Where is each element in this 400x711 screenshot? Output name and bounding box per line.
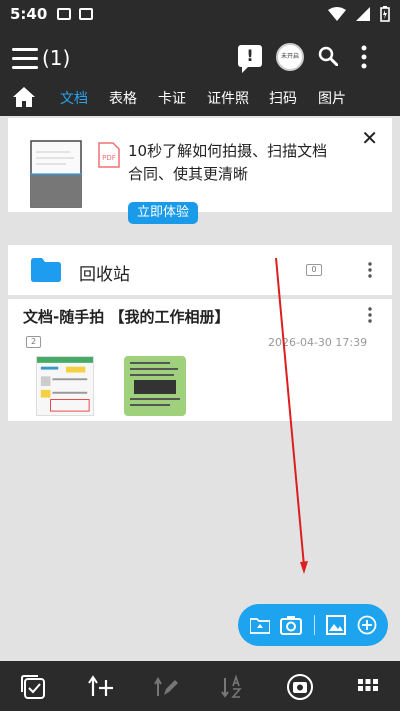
status-bar: 5:40: [0, 0, 400, 28]
edit-icon: [154, 677, 178, 696]
svg-text:PDF: PDF: [102, 154, 116, 162]
album-date: 2026-04-30 17:39: [268, 336, 368, 349]
status-time: 5:40: [10, 5, 48, 23]
tab-scan-code[interactable]: 扫码: [269, 88, 297, 108]
app-bar-top-row: (1) ! 未开启: [0, 28, 400, 88]
album-more-icon[interactable]: [368, 307, 372, 323]
gallery-icon[interactable]: [326, 615, 346, 635]
sort-az-icon: [221, 674, 242, 698]
bottom-toolbar: [0, 661, 400, 711]
camera-icon[interactable]: [280, 615, 302, 635]
camera-capture-icon[interactable]: [287, 674, 313, 700]
pdf-icon: PDF: [98, 142, 120, 168]
recycle-bin-label: 回收站: [79, 265, 130, 285]
import-folder-icon[interactable]: [250, 615, 270, 635]
tab-documents[interactable]: 文档: [60, 88, 88, 108]
more-options-icon[interactable]: [360, 44, 368, 70]
tab-tables[interactable]: 表格: [109, 88, 137, 108]
document-scan-illustration: [30, 140, 82, 208]
recycle-bin-count-badge: 0: [306, 264, 322, 276]
add-icon[interactable]: [357, 615, 377, 635]
album-card[interactable]: 文档-随手拍 【我的工作相册】 2 2026-04-30 17:39: [8, 299, 392, 421]
tutorial-banner[interactable]: PDF 10秒了解如何拍摄、扫描文档 合同、使其更清晰 立即体验 ✕: [8, 118, 392, 224]
message-icon[interactable]: !: [238, 45, 262, 73]
fab-separator: [314, 615, 315, 635]
album-thumbnail-2[interactable]: [124, 356, 186, 416]
try-now-button[interactable]: 立即体验: [128, 202, 199, 224]
app-bar: (1) ! 未开启 文档 表格 卡证 证件照 扫码 图片: [0, 28, 400, 116]
album-count-badge: 2: [26, 336, 41, 348]
grid-view-icon[interactable]: [355, 674, 381, 700]
tab-images[interactable]: 图片: [318, 88, 346, 108]
battery-icon: [380, 6, 390, 22]
close-icon[interactable]: ✕: [361, 126, 378, 150]
banner-text: 10秒了解如何拍摄、扫描文档 合同、使其更清晰: [128, 140, 358, 186]
album-thumbnail-1[interactable]: [36, 356, 94, 416]
search-icon[interactable]: [318, 46, 338, 66]
new-folder-sort-icon[interactable]: [88, 674, 114, 700]
menu-icon[interactable]: [12, 48, 38, 70]
document-count: (1): [42, 46, 71, 70]
gallery-notification-icon: [57, 8, 72, 20]
banner-line-2: 合同、使其更清晰: [128, 165, 249, 183]
signal-icon: [356, 7, 370, 21]
multi-select-icon[interactable]: [20, 674, 46, 700]
album-title: 文档-随手拍 【我的工作相册】: [23, 308, 230, 326]
tab-cards[interactable]: 卡证: [158, 88, 186, 108]
recycle-bin-folder[interactable]: 回收站 0: [8, 245, 392, 295]
recycle-more-icon[interactable]: [368, 262, 372, 278]
banner-line-1: 10秒了解如何拍摄、扫描文档: [128, 142, 328, 160]
folder-icon: [31, 258, 61, 282]
app-notification-icon: [79, 8, 94, 20]
home-icon[interactable]: [12, 86, 36, 108]
floating-action-bar: [238, 604, 388, 646]
tab-id-photo[interactable]: 证件照: [207, 88, 249, 108]
avatar[interactable]: 未开启: [276, 43, 304, 71]
category-tabs: 文档 表格 卡证 证件照 扫码 图片: [0, 84, 400, 114]
wifi-icon: [328, 7, 346, 21]
